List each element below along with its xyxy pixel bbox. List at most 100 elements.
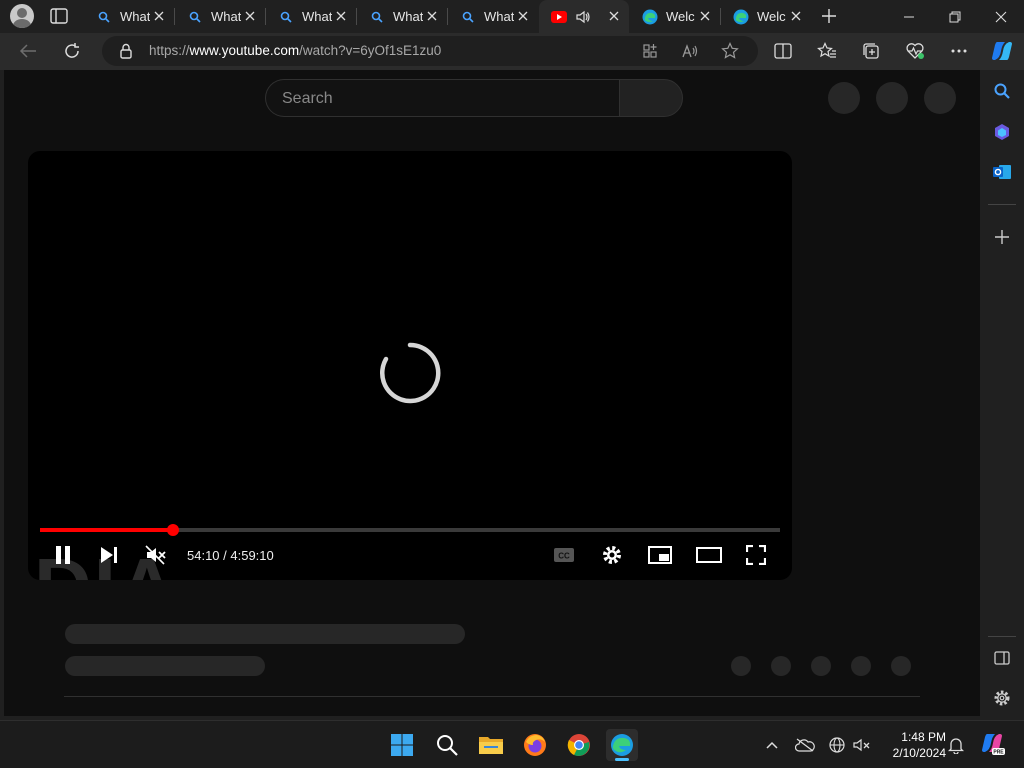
progress-scrubber[interactable] — [167, 524, 180, 536]
next-button[interactable] — [98, 544, 120, 566]
header-placeholder-icon[interactable] — [828, 82, 860, 114]
firefox-icon[interactable] — [519, 729, 551, 761]
video-player[interactable]: DIA 54:10 / 4:59:10 CC — [28, 151, 792, 580]
favorite-star-icon[interactable] — [720, 41, 740, 61]
close-tab-icon[interactable] — [698, 9, 712, 23]
theater-mode-button[interactable] — [696, 544, 722, 566]
title-placeholder — [65, 624, 465, 644]
tab-title: What — [120, 9, 150, 24]
tab-search-5[interactable]: What — [448, 0, 538, 33]
chrome-icon[interactable] — [563, 729, 595, 761]
action-placeholder-icon — [891, 656, 911, 676]
restore-button[interactable] — [932, 0, 978, 33]
close-tab-icon[interactable] — [243, 9, 257, 23]
browser-essentials-icon[interactable] — [905, 41, 925, 61]
app-available-icon[interactable] — [640, 41, 660, 61]
muted-volume-button[interactable] — [144, 544, 168, 566]
url-text[interactable]: https://www.youtube.com/watch?v=6yOf1sE1… — [149, 43, 441, 58]
youtube-icon — [551, 9, 567, 25]
favorites-icon[interactable] — [817, 41, 837, 61]
outlook-icon[interactable] — [991, 161, 1013, 183]
tab-title: What — [211, 9, 241, 24]
tab-strip: What What What What What Welc Welc — [0, 0, 1024, 33]
tab-search-1[interactable]: What — [84, 0, 174, 33]
show-hidden-icons-chevron-icon[interactable] — [762, 735, 782, 755]
notification-bell-icon[interactable] — [946, 735, 966, 755]
active-app-indicator — [615, 758, 629, 761]
subtitles-button[interactable]: CC — [552, 544, 576, 566]
tab-search-3[interactable]: What — [266, 0, 356, 33]
profile-avatar[interactable] — [10, 4, 34, 28]
edge-icon[interactable] — [606, 729, 638, 761]
tab-search-2[interactable]: What — [175, 0, 265, 33]
url-scheme: https:// — [149, 43, 190, 58]
progress-bar[interactable] — [40, 524, 780, 536]
search-icon — [460, 9, 476, 25]
search-icon[interactable] — [431, 729, 463, 761]
new-tab-button[interactable] — [820, 7, 838, 25]
tab-title: What — [302, 9, 332, 24]
add-sidebar-app-icon[interactable] — [991, 226, 1013, 248]
time-display: 54:10 / 4:59:10 — [187, 548, 274, 563]
search-icon — [187, 9, 203, 25]
sidebar-settings-gear-icon[interactable] — [991, 687, 1013, 709]
speaker-icon[interactable] — [575, 9, 591, 25]
channel-placeholder — [65, 656, 265, 676]
progress-played — [40, 528, 174, 532]
url-host: www.youtube.com — [189, 43, 300, 58]
volume-muted-icon[interactable] — [852, 735, 872, 755]
more-menu-icon[interactable] — [949, 41, 969, 61]
tab-actions-icon[interactable] — [50, 8, 68, 24]
split-screen-icon[interactable] — [773, 41, 793, 61]
close-tab-icon[interactable] — [334, 9, 348, 23]
back-button[interactable] — [18, 41, 38, 61]
search-icon — [369, 9, 385, 25]
tab-title: What — [484, 9, 514, 24]
close-tab-icon[interactable] — [152, 9, 166, 23]
action-placeholder-icon — [771, 656, 791, 676]
clock-date: 2/10/2024 — [892, 746, 946, 760]
tab-title: Welc — [666, 9, 695, 24]
search-icon[interactable] — [991, 80, 1013, 102]
search-input[interactable]: Search — [265, 79, 619, 117]
copilot-preview-icon[interactable]: PRE — [980, 731, 1006, 757]
onedrive-icon[interactable] — [795, 735, 815, 755]
tab-youtube-active[interactable] — [539, 0, 629, 33]
loading-spinner-icon — [380, 342, 441, 404]
tab-search-4[interactable]: What — [357, 0, 447, 33]
close-tab-icon[interactable] — [516, 9, 530, 23]
close-tab-icon[interactable] — [607, 9, 621, 23]
miniplayer-button[interactable] — [648, 544, 672, 566]
windows-start-icon[interactable] — [386, 729, 418, 761]
search-placeholder: Search — [282, 90, 333, 107]
read-aloud-icon[interactable] — [680, 41, 700, 61]
copilot-sidebar-icon[interactable] — [991, 121, 1013, 143]
tab-edge-welcome-1[interactable]: Welc — [630, 0, 720, 33]
system-clock[interactable]: 1:48 PM 2/10/2024 — [876, 729, 946, 761]
close-tab-icon[interactable] — [789, 9, 803, 23]
action-placeholder-icon — [811, 656, 831, 676]
address-bar[interactable]: https://www.youtube.com/watch?v=6yOf1sE1… — [102, 36, 758, 66]
refresh-button[interactable] — [62, 41, 82, 61]
sidebar-divider — [988, 636, 1016, 637]
close-window-button[interactable] — [978, 0, 1024, 33]
collections-icon[interactable] — [861, 41, 881, 61]
url-path: /watch?v=6yOf1sE1zu0 — [299, 43, 442, 58]
header-placeholder-icon[interactable] — [876, 82, 908, 114]
edge-icon — [642, 9, 658, 25]
copilot-icon[interactable] — [990, 39, 1014, 63]
tab-edge-welcome-2[interactable]: Welc — [721, 0, 811, 33]
pause-button[interactable] — [52, 544, 74, 566]
close-tab-icon[interactable] — [425, 9, 439, 23]
hide-sidebar-icon[interactable] — [991, 647, 1013, 669]
lock-icon[interactable] — [116, 41, 136, 61]
file-explorer-icon[interactable] — [475, 729, 507, 761]
settings-gear-button[interactable] — [600, 544, 624, 566]
network-globe-icon[interactable] — [827, 735, 847, 755]
minimize-button[interactable] — [886, 0, 932, 33]
fullscreen-button[interactable] — [744, 544, 768, 566]
search-button[interactable] — [619, 79, 683, 117]
header-placeholder-icon[interactable] — [924, 82, 956, 114]
search-icon — [278, 9, 294, 25]
search-icon — [96, 9, 112, 25]
